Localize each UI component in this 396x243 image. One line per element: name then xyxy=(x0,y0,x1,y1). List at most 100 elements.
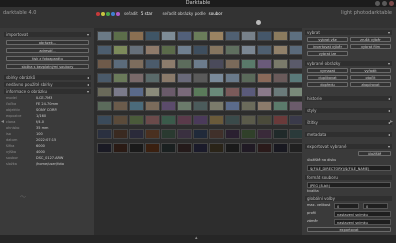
thumbnail[interactable] xyxy=(257,115,272,125)
thumbnail[interactable] xyxy=(273,143,288,153)
thumbnail[interactable] xyxy=(129,31,144,41)
thumbnail[interactable] xyxy=(113,59,128,69)
thumbnail[interactable] xyxy=(225,31,240,41)
thumbnail[interactable] xyxy=(241,115,256,125)
color-label-green-icon[interactable] xyxy=(106,11,110,16)
thumbnail[interactable] xyxy=(225,87,240,97)
max-width-input[interactable]: 0 xyxy=(334,203,359,209)
select-none-button[interactable]: zrušit výběr xyxy=(350,37,391,42)
thumbnail[interactable] xyxy=(177,115,192,125)
discard-button[interactable]: vyřadit xyxy=(350,68,391,73)
thumbnail[interactable] xyxy=(209,87,224,97)
thumbnail[interactable] xyxy=(257,73,272,83)
duplicate-button[interactable]: duplikovat xyxy=(307,75,348,80)
thumbnail[interactable] xyxy=(145,101,160,111)
thumbnail[interactable] xyxy=(145,143,160,153)
intent-select[interactable]: nastavení snímku xyxy=(334,219,391,225)
image-info-section-header[interactable]: informace o obrázku ▾ xyxy=(4,89,91,94)
color-label-blue-icon[interactable] xyxy=(111,11,115,16)
thumbnail[interactable] xyxy=(257,59,272,69)
max-height-input[interactable]: 0 xyxy=(363,203,388,209)
thumbnail[interactable] xyxy=(241,101,256,111)
thumbnail[interactable] xyxy=(241,31,256,41)
thumbnail[interactable] xyxy=(209,129,224,139)
thumbnail[interactable] xyxy=(241,143,256,153)
thumbnail[interactable] xyxy=(257,101,272,111)
thumbnail[interactable] xyxy=(129,87,144,97)
thumbnail[interactable] xyxy=(273,101,288,111)
thumbnail[interactable] xyxy=(129,115,144,125)
thumbnail[interactable] xyxy=(129,101,144,111)
thumbnail[interactable] xyxy=(161,45,176,55)
select-all-button[interactable]: vybrat vše xyxy=(307,37,348,42)
thumbnail[interactable] xyxy=(257,129,272,139)
thumbnail[interactable] xyxy=(209,45,224,55)
thumbnail[interactable] xyxy=(97,59,112,69)
thumbnail[interactable] xyxy=(113,45,128,55)
thumbnail[interactable] xyxy=(177,73,192,83)
selected-images-section-header[interactable]: vybrané obrázky ▾ xyxy=(305,61,392,66)
recent-section-header[interactable]: nedávno použité sbírky ◂ xyxy=(4,82,91,87)
rotate-button[interactable]: otočit xyxy=(350,75,391,80)
thumbnail[interactable] xyxy=(97,129,112,139)
thumbnail[interactable] xyxy=(129,59,144,69)
invert-selection-button[interactable]: invertovat výběr xyxy=(307,44,348,49)
storage-button[interactable]: úložiště xyxy=(358,151,391,156)
thumbnail[interactable] xyxy=(177,59,192,69)
thumbnail[interactable] xyxy=(97,115,112,125)
thumbnail[interactable] xyxy=(241,129,256,139)
select-untouched-button[interactable]: vybrat lze xyxy=(307,51,348,56)
color-label-yellow-icon[interactable] xyxy=(101,11,105,16)
thumbnail[interactable] xyxy=(241,87,256,97)
thumbnail[interactable] xyxy=(257,45,272,55)
thumbnail[interactable] xyxy=(273,59,288,69)
thumbnail[interactable] xyxy=(193,59,208,69)
export-path-input[interactable]: $(FILE_DIRECTORY)/$(FILE_NAME) xyxy=(307,165,391,171)
thumbnail[interactable] xyxy=(257,143,272,153)
thumbnail[interactable] xyxy=(113,73,128,83)
thumbnail[interactable] xyxy=(177,143,192,153)
select-film-button[interactable]: vybrat film xyxy=(350,44,391,49)
thumbnail[interactable] xyxy=(113,115,128,125)
thumbnail[interactable] xyxy=(145,115,160,125)
thumbnail[interactable] xyxy=(225,59,240,69)
thumbnail[interactable] xyxy=(225,45,240,55)
copy-button[interactable]: zkopírovat xyxy=(350,82,391,87)
thumbnail[interactable] xyxy=(273,87,288,97)
select-section-header[interactable]: vybrat ▾ xyxy=(305,30,392,35)
thumbnail[interactable] xyxy=(241,45,256,55)
thumbnail[interactable] xyxy=(241,73,256,83)
left-panel-toggle-icon[interactable]: ◂ xyxy=(1,118,4,125)
thumbnail[interactable] xyxy=(273,31,288,41)
metadata-section-header[interactable]: metadata ◂ xyxy=(305,132,392,137)
thumbnail[interactable] xyxy=(273,73,288,83)
thumbnail[interactable] xyxy=(161,31,176,41)
thumbnail[interactable] xyxy=(97,31,112,41)
thumbnail[interactable] xyxy=(161,129,176,139)
thumbnail[interactable] xyxy=(257,31,272,41)
thumbnail[interactable] xyxy=(273,45,288,55)
import-section-header[interactable]: importovat ▾ xyxy=(4,32,91,37)
thumbnail[interactable] xyxy=(113,129,128,139)
thumbnail[interactable] xyxy=(129,143,144,153)
export-button[interactable]: exportovat xyxy=(307,227,391,232)
thumbnail[interactable] xyxy=(273,129,288,139)
thumbnail[interactable] xyxy=(177,31,192,41)
thumbnail[interactable] xyxy=(145,59,160,69)
import-camera-button[interactable]: tisk z fotoaparátu xyxy=(6,56,89,61)
thumbnail[interactable] xyxy=(177,87,192,97)
styles-section-header[interactable]: styly ◂ xyxy=(305,108,392,113)
thumbnail[interactable] xyxy=(145,87,160,97)
thumbnail[interactable] xyxy=(97,143,112,153)
thumbnail[interactable] xyxy=(161,115,176,125)
thumbnail[interactable] xyxy=(113,143,128,153)
thumbnail[interactable] xyxy=(209,31,224,41)
tags-section-header[interactable]: štítky ◂ xyxy=(305,120,392,125)
right-panel-toggle-icon[interactable]: ▸ xyxy=(390,118,393,125)
export-section-header[interactable]: exportovat vybrané ▾ xyxy=(305,144,392,149)
thumbnail[interactable] xyxy=(193,31,208,41)
thumbnail[interactable] xyxy=(193,87,208,97)
thumbnail[interactable] xyxy=(193,143,208,153)
thumbnail[interactable] xyxy=(193,115,208,125)
thumbnail[interactable] xyxy=(193,73,208,83)
